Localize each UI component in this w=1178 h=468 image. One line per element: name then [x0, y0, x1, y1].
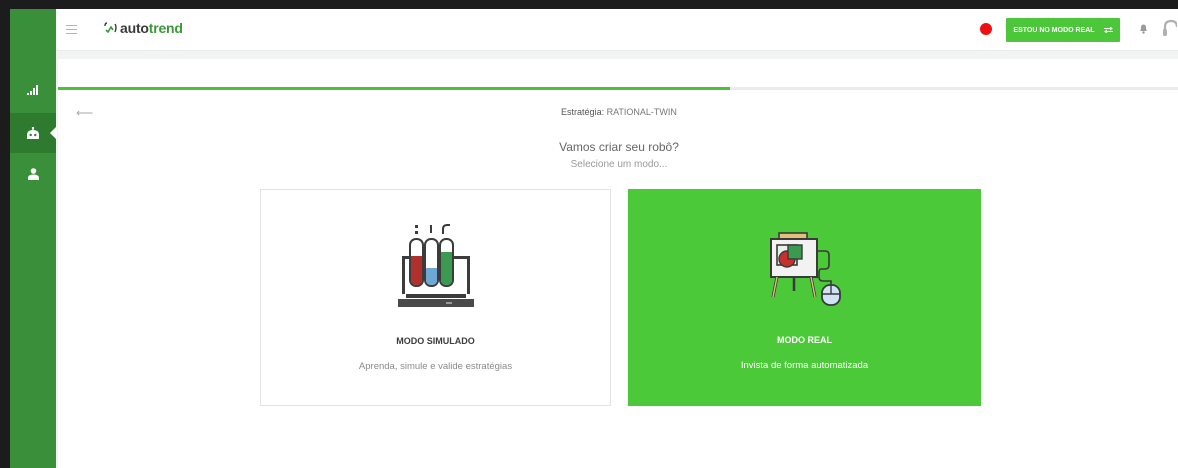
strategy-label: Estratégia:: [561, 107, 605, 117]
bell-icon[interactable]: [1139, 23, 1148, 34]
robot-icon: [27, 126, 39, 139]
logo-text: autotrend: [120, 20, 183, 36]
headset-icon[interactable]: [1163, 19, 1177, 39]
user-icon: [27, 168, 39, 180]
signal-bars-icon: [27, 85, 38, 95]
swap-arrows-icon: [1103, 27, 1113, 33]
hamburger-icon[interactable]: [66, 25, 77, 34]
sidebar-item-dashboard[interactable]: [10, 70, 56, 110]
sidebar-item-robots[interactable]: [10, 113, 57, 153]
wizard-progress-track: [58, 87, 1178, 90]
mode-card-description: Aprenda, simule e valide estratégias: [358, 361, 513, 372]
top-bar: autotrend ESTOU NO MODO REAL: [56, 9, 1178, 51]
mode-card-real[interactable]: MODO REAL Invista de forma automatizada: [628, 189, 981, 406]
logo[interactable]: autotrend: [102, 20, 183, 36]
wizard-subtitle: Selecione um modo...: [570, 159, 668, 170]
mode-card-simulated[interactable]: MODO SIMULADO Aprenda, simule e valide e…: [260, 189, 611, 406]
strategy-line: Estratégia: RATIONAL-TWIN: [58, 107, 1178, 117]
mode-card-title: MODO SIMULADO: [396, 336, 475, 346]
sidebar-item-profile[interactable]: [10, 154, 56, 194]
main-content: ⟵ Estratégia: RATIONAL-TWIN Vamos criar …: [58, 59, 1178, 468]
logo-mark-icon: [104, 22, 117, 34]
presentation-easel-icon: [769, 232, 841, 306]
wizard-title: Vamos criar seu robô?: [559, 140, 679, 154]
mode-toggle-button[interactable]: ESTOU NO MODO REAL: [1006, 18, 1120, 42]
mode-card-title: MODO REAL: [777, 335, 832, 345]
mode-card-description: Invista de forma automatizada: [740, 360, 869, 371]
app-frame: autotrend ESTOU NO MODO REAL ⟵ Estratégi…: [0, 0, 1178, 468]
test-tubes-icon: [397, 224, 474, 307]
wizard-progress-fill: [58, 87, 730, 90]
live-status-indicator: [980, 23, 992, 35]
mode-button-label: ESTOU NO MODO REAL: [1013, 26, 1095, 34]
strategy-value: RATIONAL-TWIN: [606, 107, 677, 117]
sidebar: [10, 9, 57, 468]
